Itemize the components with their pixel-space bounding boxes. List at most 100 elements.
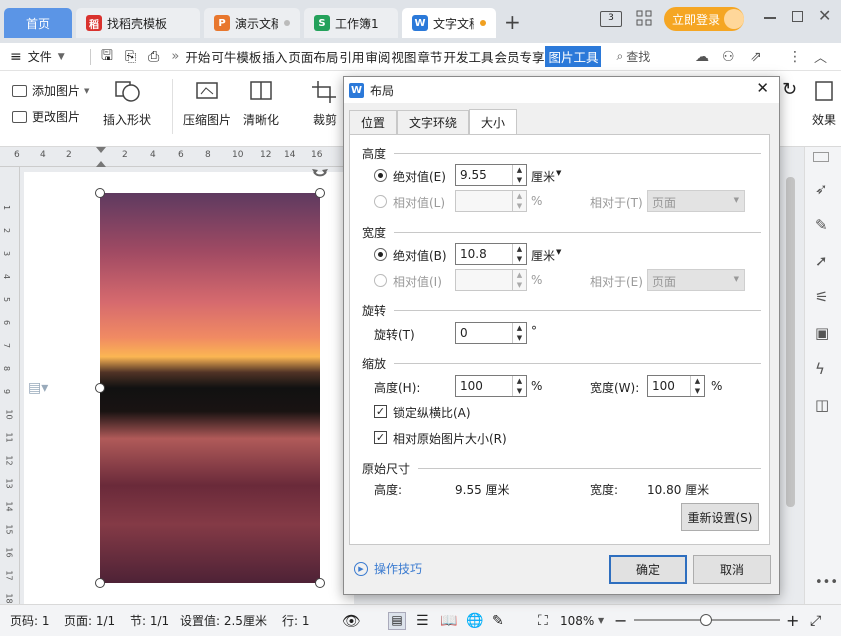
menu-item-4[interactable]: 引用 xyxy=(339,47,364,66)
menu-item-1[interactable]: 可牛模板 xyxy=(211,47,261,66)
zoom-in-icon[interactable]: + xyxy=(786,611,799,630)
book-search-icon[interactable]: ◫ xyxy=(815,396,829,414)
web-view-icon[interactable]: 🌐 xyxy=(466,613,483,629)
spin-buttons[interactable]: ▲ ▼ xyxy=(512,323,526,343)
layout-mode-icon[interactable]: 3 xyxy=(600,11,622,27)
zoom-level[interactable]: 108% xyxy=(560,614,594,628)
reading-view-icon[interactable]: 📖 xyxy=(440,613,457,629)
crop-button[interactable]: 裁剪 xyxy=(308,79,342,128)
export-icon[interactable]: ⎘ xyxy=(125,49,136,65)
fit-page-icon[interactable]: ⛶ xyxy=(538,613,548,629)
selected-picture[interactable] xyxy=(100,193,320,583)
reset-button[interactable]: 重新设置(S) xyxy=(681,503,759,531)
print-icon[interactable]: ⎙ xyxy=(148,49,159,65)
width-absolute-input[interactable]: 10.8 ▲ ▼ xyxy=(455,243,527,265)
pen-icon[interactable]: ✎ xyxy=(815,216,828,234)
scale-height-input[interactable]: 100 ▲ ▼ xyxy=(455,375,527,397)
dialog-close-icon[interactable]: ✕ xyxy=(756,79,769,97)
menu-item-9[interactable]: 会员专享 xyxy=(494,47,544,66)
add-picture-button[interactable]: 添加图片 ▼ xyxy=(12,82,89,99)
spin-buttons[interactable]: ▲ ▼ xyxy=(512,165,526,185)
picture-edit-icon[interactable]: ▣ xyxy=(815,324,829,342)
tab-home[interactable]: 首页 xyxy=(4,8,72,38)
new-tab-button[interactable]: + xyxy=(504,10,521,34)
zoom-slider-thumb[interactable] xyxy=(700,614,712,626)
effects-button[interactable]: 效果 xyxy=(808,79,840,128)
panel-toggle-icon[interactable] xyxy=(813,152,829,162)
resize-handle[interactable] xyxy=(315,578,325,588)
height-relative-input[interactable]: ▲ ▼ xyxy=(455,190,527,212)
page-view-icon[interactable]: ▤ xyxy=(388,611,406,630)
resize-handle[interactable] xyxy=(95,383,105,393)
spin-buttons[interactable]: ▲ ▼ xyxy=(690,376,704,396)
scrollbar-thumb[interactable] xyxy=(786,177,795,507)
paragraph-layout-icon[interactable]: ▤▾ xyxy=(28,380,48,396)
height-absolute-input[interactable]: 9.55 ▲ ▼ xyxy=(455,164,527,186)
width-relative-input[interactable]: ▲ ▼ xyxy=(455,269,527,291)
tab-size[interactable]: 大小 xyxy=(469,109,518,134)
scale-width-input[interactable]: 100 ▲ ▼ xyxy=(647,375,705,397)
rotate-handle-icon[interactable] xyxy=(311,168,329,184)
minimize-icon[interactable] xyxy=(764,17,776,19)
menu-item-2[interactable]: 插入 xyxy=(262,47,287,66)
settings-sliders-icon[interactable]: ⚟ xyxy=(815,288,828,306)
rocket-icon[interactable]: ➶ xyxy=(815,180,828,198)
vertical-scrollbar[interactable] xyxy=(780,167,802,604)
chevron-down-icon[interactable]: ▼ xyxy=(598,616,604,625)
outline-view-icon[interactable]: ☰ xyxy=(416,613,429,629)
login-button[interactable]: 立即登录 xyxy=(664,7,744,31)
cursor-icon[interactable]: ➚ xyxy=(815,252,828,270)
file-menu[interactable]: ≡ 文件 ▼ xyxy=(10,48,86,65)
menu-item-6[interactable]: 视图 xyxy=(391,47,416,66)
tab-position[interactable]: 位置 xyxy=(349,110,398,134)
search-button[interactable]: ⌕ 查找 xyxy=(616,48,650,65)
more-chevron-icon[interactable]: » xyxy=(171,49,179,64)
lock-aspect-checkbox[interactable]: ✓ xyxy=(374,405,387,418)
height-relative-radio[interactable] xyxy=(374,195,387,208)
height-unit[interactable]: 厘米 xyxy=(531,168,555,185)
menu-item-5[interactable]: 审阅 xyxy=(365,47,390,66)
write-mode-icon[interactable]: ✎ xyxy=(492,613,504,629)
ok-button[interactable]: 确定 xyxy=(609,555,687,584)
close-icon[interactable]: ✕ xyxy=(818,6,831,25)
relative-original-checkbox[interactable]: ✓ xyxy=(374,431,387,444)
more-dots-icon[interactable]: ••• xyxy=(815,575,838,590)
tab-text-wrap[interactable]: 文字环绕 xyxy=(397,110,470,134)
spin-buttons[interactable]: ▲ ▼ xyxy=(512,376,526,396)
insert-shape-button[interactable]: 插入形状 xyxy=(103,79,151,128)
chevron-down-icon[interactable]: ▼ xyxy=(556,248,561,256)
cloud-icon[interactable]: ☁ xyxy=(695,49,709,65)
tips-link[interactable]: ▶ 操作技巧 xyxy=(354,560,422,577)
rotate-icon[interactable]: ↻ xyxy=(782,79,797,100)
height-absolute-radio[interactable] xyxy=(374,169,387,182)
lightning-icon[interactable]: ϟ xyxy=(815,360,825,378)
apps-grid-icon[interactable] xyxy=(636,10,652,26)
share-user-icon[interactable]: ⚇ xyxy=(722,49,735,65)
fullscreen-icon[interactable]: ⤢ xyxy=(810,613,821,629)
save-icon[interactable]: 🖫 xyxy=(101,45,113,69)
sharpen-button[interactable]: 清晰化 xyxy=(243,79,279,128)
resize-handle[interactable] xyxy=(95,188,105,198)
tab-find-template[interactable]: 稻 找稻壳模板 xyxy=(76,8,200,38)
more-icon[interactable]: ⋮ xyxy=(788,49,802,65)
maximize-icon[interactable] xyxy=(792,11,803,22)
resize-handle[interactable] xyxy=(95,578,105,588)
width-relative-radio[interactable] xyxy=(374,274,387,287)
cancel-button[interactable]: 取消 xyxy=(693,555,771,584)
tab-presentation[interactable]: P 演示文稿 xyxy=(204,8,300,38)
status-setting[interactable]: 设置值: 2.5厘米 xyxy=(180,612,267,629)
width-relative-to-select[interactable]: 页面 ▼ xyxy=(647,269,745,291)
dialog-title-bar[interactable]: W 布局 ✕ xyxy=(344,77,779,103)
menu-item-10[interactable]: 图片工具 xyxy=(545,46,602,67)
menu-item-0[interactable]: 开始 xyxy=(185,47,210,66)
menu-item-3[interactable]: 页面布局 xyxy=(288,47,338,66)
status-page-number[interactable]: 页码: 1 xyxy=(10,612,50,629)
spin-buttons[interactable]: ▲ ▼ xyxy=(512,191,526,211)
change-picture-button[interactable]: 更改图片 xyxy=(12,108,80,125)
zoom-out-icon[interactable]: − xyxy=(614,611,627,630)
menu-item-7[interactable]: 章节 xyxy=(417,47,442,66)
width-unit[interactable]: 厘米 xyxy=(531,247,555,264)
spin-buttons[interactable]: ▲ ▼ xyxy=(512,244,526,264)
compress-picture-button[interactable]: 压缩图片 xyxy=(183,79,231,128)
resize-handle[interactable] xyxy=(315,188,325,198)
